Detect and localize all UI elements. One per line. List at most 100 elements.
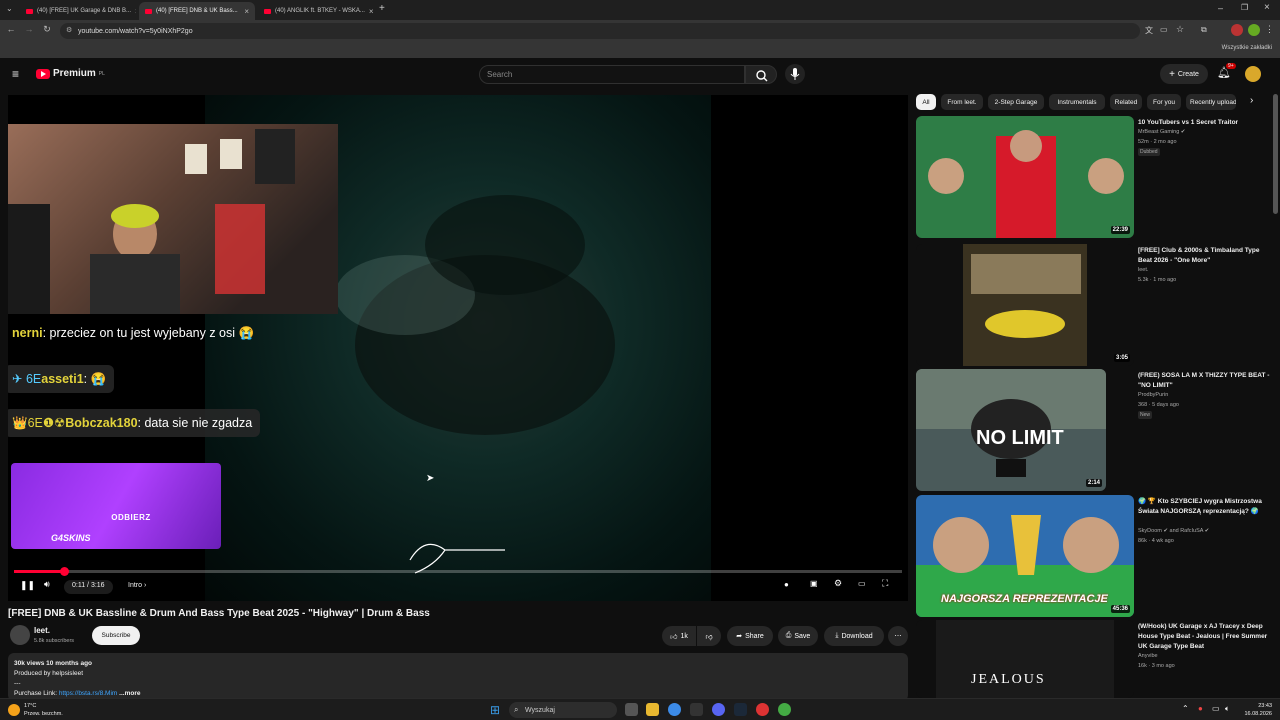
description-box[interactable]: 30k views 10 months ago Produced by help…	[8, 653, 908, 701]
app-icon[interactable]	[756, 703, 769, 716]
download-label: Download	[841, 632, 873, 640]
taskbar-search[interactable]: ⌕ Wyszukaj	[509, 702, 617, 718]
scrubber-handle[interactable]	[59, 567, 69, 576]
file-explorer-icon[interactable]	[646, 703, 659, 716]
app-icon[interactable]	[690, 703, 703, 716]
chip-all[interactable]: All	[916, 94, 936, 110]
pause-icon[interactable]: ❚❚	[20, 580, 35, 591]
account-avatar[interactable]	[1245, 66, 1261, 82]
speaker-icon[interactable]: 🔈︎	[1225, 704, 1230, 714]
profile-avatar[interactable]	[1231, 24, 1243, 36]
network-icon[interactable]: ▭	[1212, 704, 1220, 713]
volume-icon[interactable]: 🔊︎	[44, 579, 50, 590]
sidebar-scrollbar[interactable]	[1273, 94, 1278, 214]
chip-for-you[interactable]: For you	[1147, 94, 1181, 110]
like-button[interactable]: 👍︎ 1k	[662, 626, 696, 646]
chip-recently-uploaded[interactable]: Recently uploaded	[1186, 94, 1236, 110]
youtube-favicon-icon	[145, 8, 152, 14]
bookmark-star-icon[interactable]: ☆	[1176, 24, 1184, 35]
youtube-logo[interactable]: Premium PL	[36, 68, 105, 79]
url-field[interactable]: ⚙ youtube.com/watch?v=5y0iNXhP2go	[60, 23, 1140, 39]
translate-icon[interactable]: 文	[1145, 25, 1153, 36]
tab-list-icon[interactable]: ⌄	[6, 4, 13, 13]
close-tab-icon[interactable]: ×	[135, 7, 136, 16]
recommended-video[interactable]: 3:05 [FREE] Club & 2000s & Timbaland Typ…	[916, 244, 1268, 366]
more-actions-button[interactable]: ⋯	[888, 626, 908, 646]
forward-icon[interactable]: →	[22, 24, 36, 34]
maximize-icon[interactable]: ❐	[1241, 3, 1248, 12]
settings-gear-icon[interactable]: ⚙	[834, 578, 842, 589]
app-icon[interactable]	[778, 703, 791, 716]
video-thumbnail[interactable]: JEALOUS	[916, 620, 1134, 698]
tray-overflow-icon[interactable]: ⌃	[1182, 704, 1189, 713]
task-view-icon[interactable]	[625, 703, 638, 716]
share-button[interactable]: ➦ Share	[727, 626, 773, 646]
close-tab-icon[interactable]: ×	[369, 7, 374, 16]
video-duration: 45:36	[1110, 605, 1130, 613]
chapter-button[interactable]: Intro ›	[128, 582, 146, 589]
cast-icon[interactable]: ▭	[1160, 25, 1168, 34]
voice-search-button[interactable]	[785, 64, 805, 84]
video-thumbnail[interactable]: 22:39	[916, 116, 1134, 238]
channel-name[interactable]: leet.	[34, 626, 50, 635]
fullscreen-icon[interactable]: ⛶	[882, 578, 888, 589]
extensions-icon[interactable]: ⧉	[1201, 25, 1207, 35]
search-input[interactable]: Search	[479, 65, 745, 84]
webcam-overlay	[8, 124, 338, 314]
extension-avatar[interactable]	[1248, 24, 1260, 36]
weather-widget[interactable]: 17°C Przew. bezchm.	[24, 702, 63, 718]
progress-bar[interactable]	[14, 567, 902, 576]
video-thumbnail[interactable]: NO LIMIT 2:14	[916, 369, 1106, 491]
like-count: 1k	[680, 632, 688, 640]
recommended-video[interactable]: NO LIMIT 2:14 (FREE) SOSA LA M X THIZZY …	[916, 369, 1269, 491]
time-display: 0:11 / 3:16	[64, 580, 113, 594]
all-bookmarks-link[interactable]: Wszystkie zakładki	[1222, 45, 1272, 51]
dislike-button[interactable]: 👎︎	[697, 626, 721, 646]
video-player[interactable]: nerni: przeciez on tu jest wyjebany z os…	[8, 95, 908, 601]
video-thumbnail[interactable]: 3:05	[916, 244, 1134, 366]
autoplay-toggle-icon[interactable]: ●	[784, 580, 789, 589]
browser-tab-3[interactable]: (40) ANGLIK ft. BTKEY - WSKA... ×	[258, 2, 374, 20]
recommended-title: [FREE] Club & 2000s & Timbaland Type Bea…	[1138, 247, 1260, 264]
subtitles-icon[interactable]: ▣	[810, 579, 818, 588]
browser-tab-2[interactable]: (40) [FREE] DNB & UK Bass... ×	[139, 2, 255, 20]
close-window-icon[interactable]: ×	[1264, 2, 1270, 13]
video-thumbnail[interactable]: NAJGORSZA REPREZENTACJE 45:36	[916, 495, 1134, 617]
show-more-link[interactable]: ...more	[119, 690, 140, 697]
hamburger-menu-icon[interactable]: ≡	[12, 67, 19, 81]
subscribe-button[interactable]: Subscribe	[92, 626, 140, 645]
theater-mode-icon[interactable]: ▭	[858, 579, 866, 588]
browser-menu-icon[interactable]: ⋮	[1265, 24, 1274, 35]
channel-avatar[interactable]	[10, 625, 30, 645]
recommended-video[interactable]: NAJGORSZA REPREZENTACJE 45:36 🌍 🏆 Kto SZ…	[916, 495, 1268, 617]
steam-icon[interactable]	[734, 703, 747, 716]
create-button[interactable]: + Create	[1160, 64, 1208, 84]
sponsor-ad-overlay[interactable]: ODBIERZ G4SKINS	[11, 463, 221, 549]
chip-from-channel[interactable]: From leet.	[941, 94, 983, 110]
chip-2-step-garage[interactable]: 2-Step Garage	[988, 94, 1044, 110]
reload-icon[interactable]: ↻	[40, 24, 54, 35]
search-button[interactable]	[745, 65, 777, 84]
weather-icon[interactable]	[8, 704, 20, 716]
chrome-icon[interactable]	[668, 703, 681, 716]
taskbar-clock[interactable]: 23:43 16.08.2026	[1244, 702, 1272, 718]
download-button[interactable]: ⤓ Download	[824, 626, 884, 646]
chips-next-arrow-icon[interactable]: ›	[1250, 95, 1253, 106]
browser-tab-1[interactable]: (40) [FREE] UK Garage & DNB B... ×	[20, 2, 136, 20]
minimize-icon[interactable]: –	[1218, 3, 1223, 13]
ad-claim-button[interactable]: ODBIERZ	[71, 513, 191, 522]
new-tab-icon[interactable]: +	[379, 3, 385, 14]
chip-instrumentals[interactable]: Instrumentals	[1049, 94, 1105, 110]
purchase-link[interactable]: https://bsta.rs/8.Mim	[59, 690, 118, 697]
recommended-video[interactable]: 22:39 10 YouTubers vs 1 Secret Traitor M…	[916, 116, 1268, 238]
discord-icon[interactable]	[712, 703, 725, 716]
close-tab-icon[interactable]: ×	[244, 7, 249, 16]
site-info-icon[interactable]: ⚙	[66, 26, 72, 34]
chat-nick: asseti1	[41, 372, 84, 386]
chip-related[interactable]: Related	[1110, 94, 1142, 110]
windows-start-icon[interactable]: ⊞	[490, 703, 500, 717]
microphone-tray-icon[interactable]: ●	[1198, 704, 1203, 713]
recommended-video[interactable]: JEALOUS (W/Hook) UK Garage x AJ Tracey x…	[916, 620, 1268, 698]
save-button[interactable]: ⎙ Save	[778, 626, 818, 646]
back-icon[interactable]: ←	[4, 24, 18, 34]
